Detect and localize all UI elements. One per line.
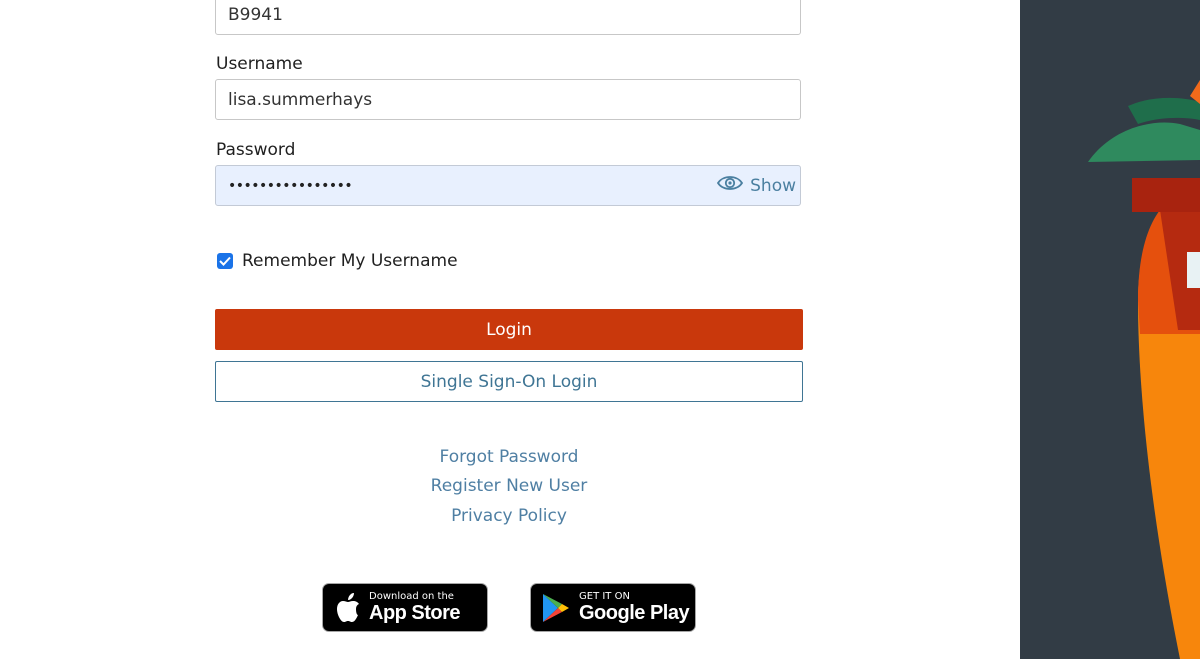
password-input[interactable]: •••••••••••••••• Show	[215, 165, 801, 206]
google-play-icon	[541, 592, 571, 624]
app-store-small-text: Download on the	[369, 591, 454, 602]
sso-login-button[interactable]: Single Sign-On Login	[215, 361, 803, 402]
google-play-badge[interactable]: GET IT ON Google Play	[530, 583, 696, 632]
username-input[interactable]: lisa.summerhays	[215, 79, 801, 120]
google-play-small-text: GET IT ON	[579, 591, 630, 602]
forgot-password-link[interactable]: Forgot Password	[215, 447, 803, 467]
password-label: Password	[216, 140, 296, 160]
privacy-policy-link[interactable]: Privacy Policy	[215, 506, 803, 526]
checkmark-icon	[219, 256, 231, 266]
eye-icon	[716, 173, 744, 198]
password-value: ••••••••••••••••	[228, 177, 353, 194]
google-play-big-text: Google Play	[579, 602, 690, 624]
remember-username-label[interactable]: Remember My Username	[242, 251, 458, 271]
app-store-badge[interactable]: Download on the App Store	[322, 583, 488, 632]
show-password-toggle[interactable]: Show	[716, 166, 796, 205]
side-illustration-panel	[1020, 0, 1200, 659]
username-label: Username	[216, 54, 303, 74]
company-id-input[interactable]: B9941	[215, 0, 801, 35]
username-value: lisa.summerhays	[228, 89, 373, 110]
register-new-user-link[interactable]: Register New User	[215, 476, 803, 496]
app-store-big-text: App Store	[369, 602, 461, 624]
remember-username-checkbox[interactable]	[217, 253, 233, 269]
apple-icon	[335, 592, 361, 624]
pineapple-illustration	[1088, 80, 1200, 659]
show-label: Show	[750, 175, 796, 196]
company-id-value: B9941	[228, 4, 283, 25]
login-button[interactable]: Login	[215, 309, 803, 350]
